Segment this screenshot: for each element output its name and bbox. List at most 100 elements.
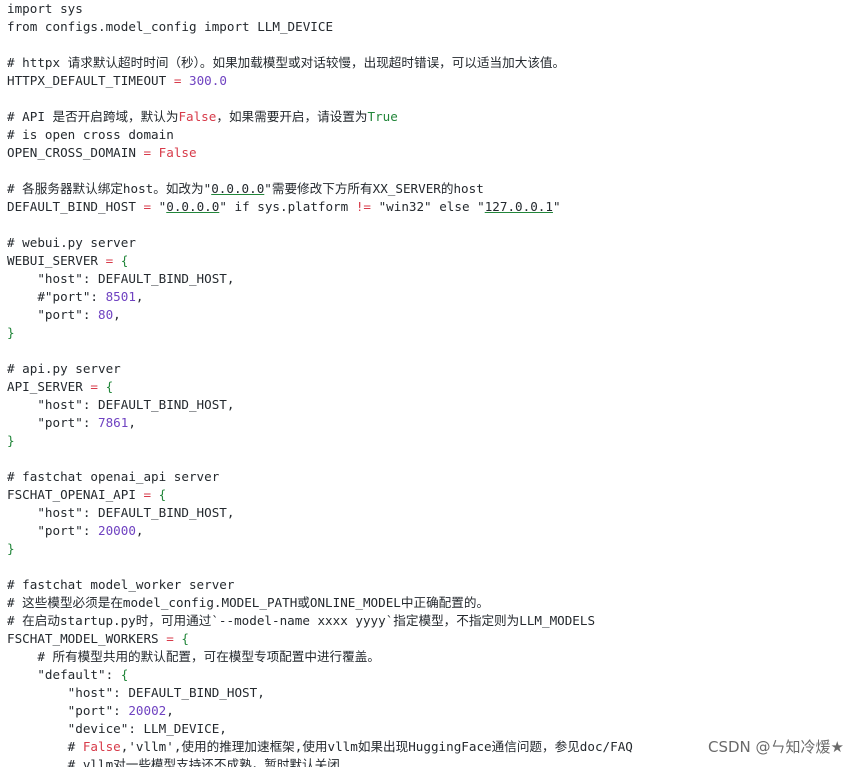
- code-token: "default":: [7, 667, 121, 682]
- code-token: API_SERVER: [7, 379, 91, 394]
- code-line: "host": DEFAULT_BIND_HOST,: [7, 270, 860, 288]
- code-token: =: [90, 379, 98, 394]
- code-line: # API 是否开启跨域，默认为False，如果需要开启，请设置为True: [7, 108, 860, 126]
- code-line: OPEN_CROSS_DOMAIN = False: [7, 144, 860, 162]
- code-line: # 在启动startup.py时，可用通过`--model-name xxxx …: [7, 612, 860, 630]
- code-line: import sys: [7, 0, 860, 18]
- code-line: # httpx 请求默认超时时间（秒）。如果加载模型或对话较慢，出现超时错误，可…: [7, 54, 860, 72]
- code-token: True: [367, 109, 398, 124]
- code-line: #"port": 8501,: [7, 288, 860, 306]
- code-token: 7861: [98, 415, 129, 430]
- code-token: "port":: [7, 703, 129, 718]
- code-line: "port": 20000,: [7, 522, 860, 540]
- code-token: =: [143, 199, 152, 214]
- code-token: =: [143, 145, 152, 160]
- code-token: 20000: [98, 523, 136, 538]
- code-token: "host": DEFAULT_BIND_HOST,: [7, 505, 235, 520]
- code-token: "port":: [7, 307, 98, 322]
- code-token: 0.0.0.0: [211, 181, 265, 196]
- code-token: 0.0.0.0: [166, 199, 220, 214]
- code-line: "port": 20002,: [7, 702, 860, 720]
- code-line: # is open cross domain: [7, 126, 860, 144]
- code-token: {: [158, 487, 167, 502]
- code-token: # 各服务器默认绑定host。如改为": [7, 181, 212, 196]
- code-line: FSCHAT_MODEL_WORKERS = {: [7, 630, 860, 648]
- code-line: from configs.model_config import LLM_DEV…: [7, 18, 860, 36]
- code-line: "port": 80,: [7, 306, 860, 324]
- code-token: ,'vllm',使用的推理加速框架,使用vllm如果出现HuggingFace通…: [120, 739, 633, 754]
- code-token: ,: [135, 289, 144, 304]
- code-token: False: [178, 109, 217, 124]
- code-line: }: [7, 324, 860, 342]
- code-token: ": [552, 199, 561, 214]
- code-token: {: [181, 631, 190, 646]
- code-token: False: [82, 739, 121, 754]
- code-line: # api.py server: [7, 360, 860, 378]
- code-token: "device": LLM_DEVICE,: [7, 721, 227, 736]
- code-token: "host": DEFAULT_BIND_HOST,: [7, 397, 235, 412]
- code-token: ，如果需要开启，请设置为: [216, 109, 368, 124]
- code-token: from configs.model_config import LLM_DEV…: [7, 19, 334, 34]
- code-line: HTTPX_DEFAULT_TIMEOUT = 300.0: [7, 72, 860, 90]
- code-token: 80: [98, 307, 114, 322]
- code-token: "需要修改下方所有XX_SERVER的host: [264, 181, 484, 196]
- code-token: ,: [135, 523, 144, 538]
- code-line: # 各服务器默认绑定host。如改为"0.0.0.0"需要修改下方所有XX_SE…: [7, 180, 860, 198]
- code-token: # webui.py server: [7, 235, 136, 250]
- code-line: # webui.py server: [7, 234, 860, 252]
- code-editor: import sys from configs.model_config impo…: [0, 0, 860, 767]
- code-token: # 这些模型必须是在model_config.MODEL_PATH或ONLINE…: [7, 595, 490, 610]
- code-token: # API 是否开启跨域，默认为: [7, 109, 179, 124]
- code-token: "win32" else ": [370, 199, 485, 214]
- code-line: API_SERVER = {: [7, 378, 860, 396]
- code-token: !=: [355, 199, 371, 214]
- code-token: #: [7, 739, 83, 754]
- code-token: "host": DEFAULT_BIND_HOST,: [7, 685, 265, 700]
- code-token: # httpx 请求默认超时时间（秒）。如果加载模型或对话较慢，出现超时错误，可…: [7, 55, 566, 70]
- code-line: # 这些模型必须是在model_config.MODEL_PATH或ONLINE…: [7, 594, 860, 612]
- code-line: "port": 7861,: [7, 414, 860, 432]
- code-line: "host": DEFAULT_BIND_HOST,: [7, 684, 860, 702]
- code-token: 8501: [105, 289, 136, 304]
- code-token: import sys: [7, 1, 83, 16]
- code-token: "port":: [7, 415, 98, 430]
- code-token: # 所有模型共用的默认配置，可在模型专项配置中进行覆盖。: [7, 649, 380, 664]
- code-token: 127.0.0.1: [484, 199, 553, 214]
- code-token: "port":: [7, 523, 98, 538]
- code-token: " if sys.platform: [219, 199, 356, 214]
- code-token: # api.py server: [7, 361, 121, 376]
- code-token: =: [166, 631, 174, 646]
- code-line: FSCHAT_OPENAI_API = {: [7, 486, 860, 504]
- code-line: "default": {: [7, 666, 860, 684]
- code-token: }: [7, 433, 15, 448]
- csdn-watermark: CSDN @ㄣ知冷煖★: [708, 736, 844, 757]
- code-token: ,: [128, 415, 136, 430]
- code-token: # fastchat model_worker server: [7, 577, 235, 592]
- code-token: ,: [113, 307, 121, 322]
- code-token: #"port":: [7, 289, 106, 304]
- code-token: # is open cross domain: [7, 127, 174, 142]
- code-line: WEBUI_SERVER = {: [7, 252, 860, 270]
- code-token: FSCHAT_OPENAI_API: [7, 487, 144, 502]
- code-line: DEFAULT_BIND_HOST = "0.0.0.0" if sys.pla…: [7, 198, 860, 216]
- code-token: WEBUI_SERVER: [7, 253, 106, 268]
- code-line: "host": DEFAULT_BIND_HOST,: [7, 396, 860, 414]
- code-token: ": [151, 199, 167, 214]
- code-token: ,: [166, 703, 174, 718]
- code-token: {: [120, 667, 129, 682]
- code-line: "host": DEFAULT_BIND_HOST,: [7, 504, 860, 522]
- code-token: FSCHAT_MODEL_WORKERS: [7, 631, 167, 646]
- code-token: HTTPX_DEFAULT_TIMEOUT: [7, 73, 174, 88]
- code-area[interactable]: import sys from configs.model_config impo…: [7, 0, 860, 767]
